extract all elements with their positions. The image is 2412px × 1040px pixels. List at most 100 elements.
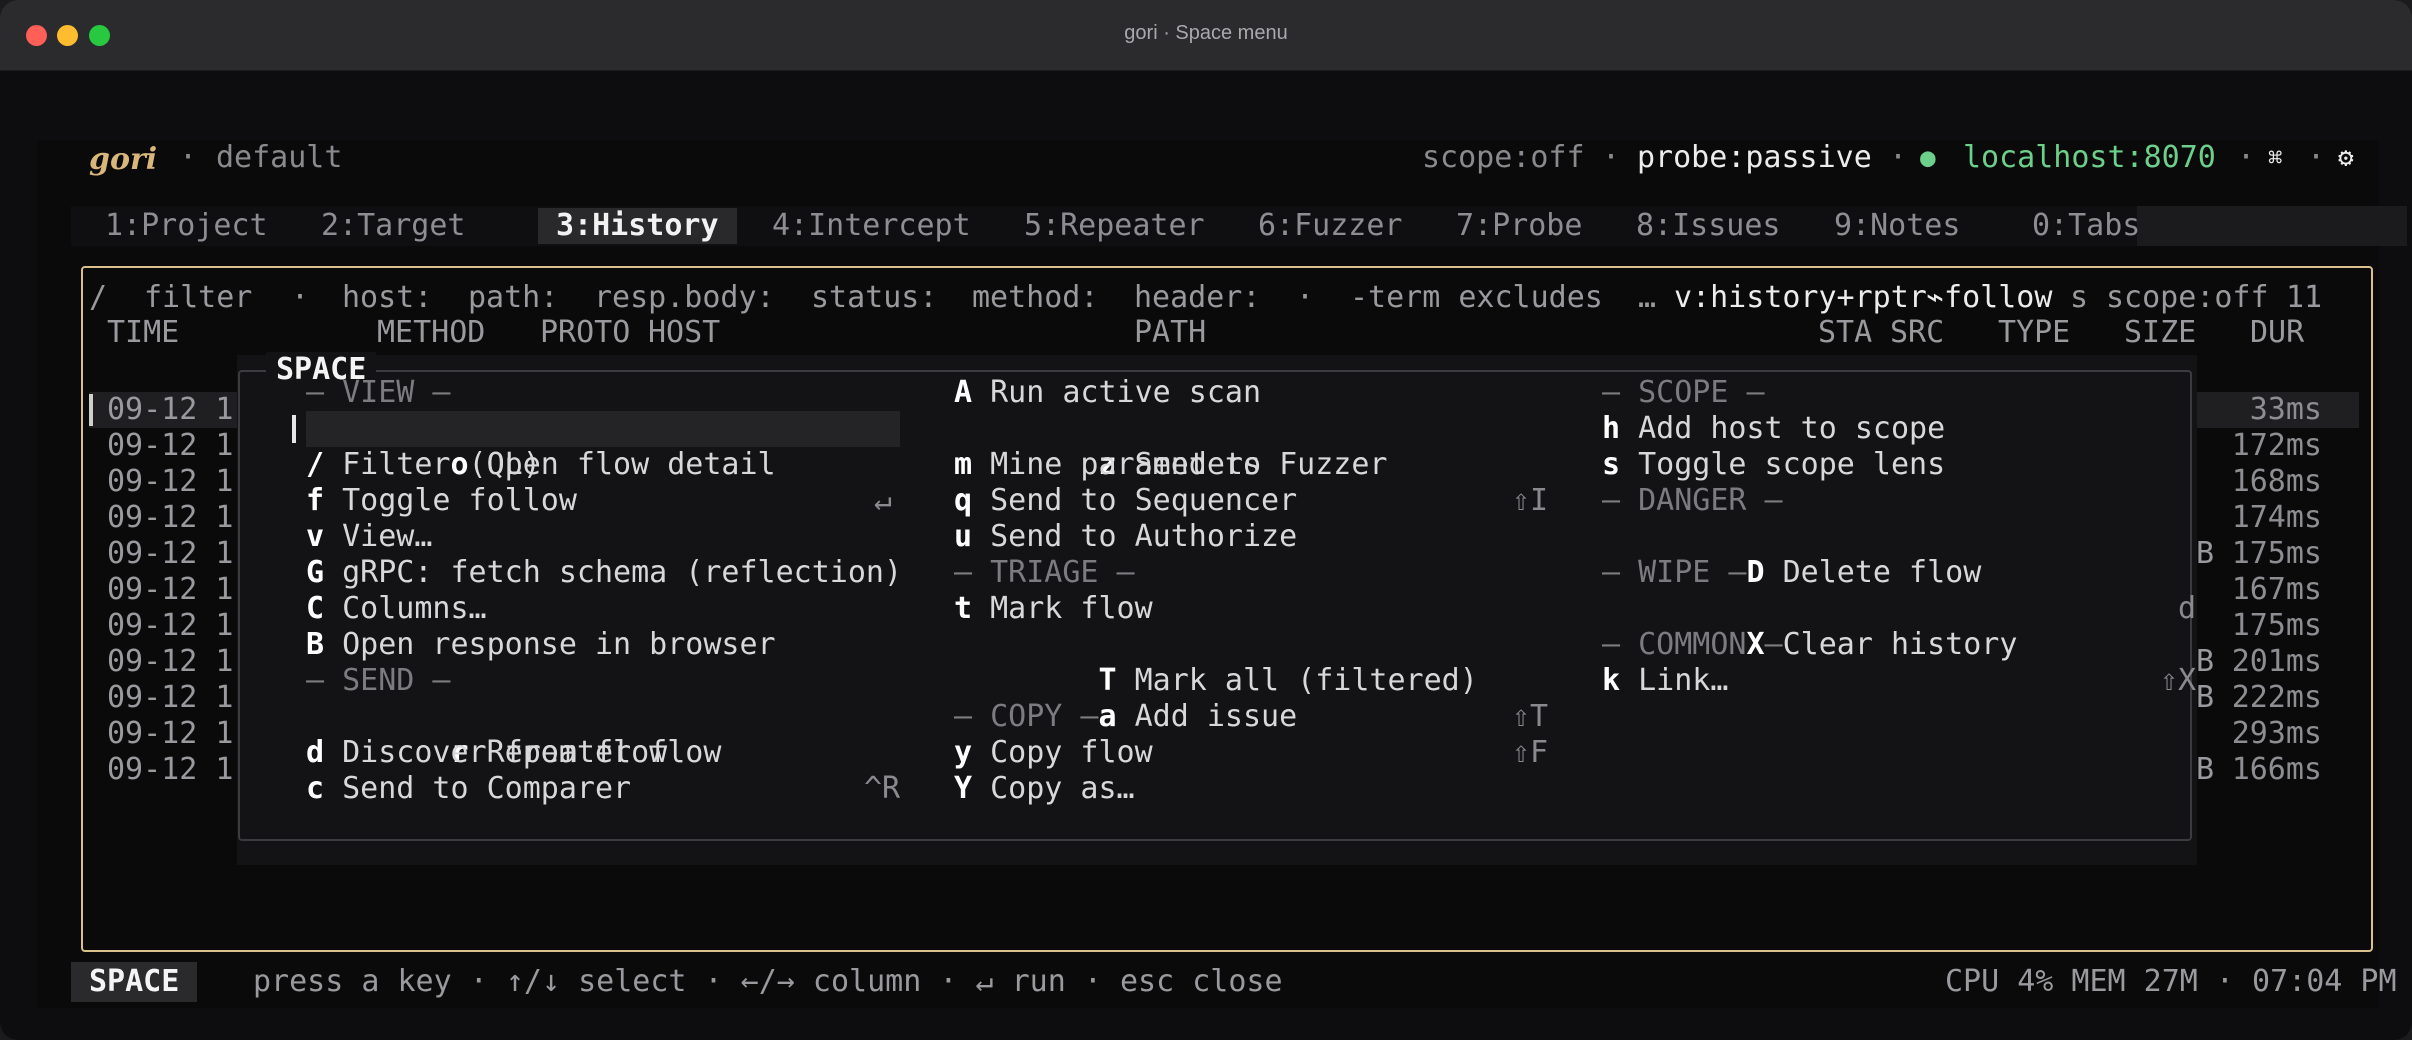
system-stats: CPU 4% MEM 27M · 07:04 PM xyxy=(1945,964,2397,999)
menu-item-copy-as[interactable]: Y Copy as… xyxy=(954,771,1135,807)
row-time[interactable]: 09-12 1 xyxy=(107,644,233,680)
col-time[interactable]: TIME xyxy=(107,315,179,351)
menu-section-danger: — DANGER — xyxy=(1602,483,1783,518)
tab-issues[interactable]: 8:Issues xyxy=(1636,208,1781,244)
probe-indicator[interactable]: probe:passive xyxy=(1637,140,1872,176)
menu-item-mine-parameters[interactable]: m Mine parameters xyxy=(954,447,1261,483)
menu-section-copy: — COPY — xyxy=(954,699,1099,734)
col-src[interactable]: SRC xyxy=(1890,315,1944,351)
row-duration: 174ms xyxy=(2231,500,2322,535)
tab-project[interactable]: 1:Project xyxy=(105,208,268,244)
menu-item-filter[interactable]: / Filter (QL) xyxy=(306,447,541,483)
menu-item-send-to-comparer[interactable]: c Send to Comparer xyxy=(306,771,631,807)
menu-item-send-to-sequencer[interactable]: q Send to Sequencer xyxy=(954,483,1297,519)
status-bar: SPACE press a key · ↑/↓ select · ←/→ col… xyxy=(71,962,2397,1002)
gear-icon[interactable]: ⚙ xyxy=(2338,140,2354,176)
connection-status-icon: ● xyxy=(1920,143,1936,173)
filter-hint-status: status: xyxy=(811,280,938,315)
filter-hint-host: host: xyxy=(342,280,433,315)
header-separator: · xyxy=(179,140,198,175)
row-time[interactable]: 09-12 1 xyxy=(107,608,233,644)
tab-repeater[interactable]: 5:Repeater xyxy=(1024,208,1205,244)
row-time[interactable]: 09-12 1 xyxy=(107,752,233,788)
menu-section-common: — COMMON — xyxy=(1602,627,1783,662)
title-bar: gori · Space menu xyxy=(0,0,2412,71)
menu-section-wipe: — WIPE — xyxy=(1602,555,1747,590)
tab-probe[interactable]: 7:Probe xyxy=(1456,208,1582,244)
filter-hint-method: method: xyxy=(972,280,1099,315)
row-duration: 167ms xyxy=(2231,572,2322,607)
tab-intercept[interactable]: 4:Intercept xyxy=(772,208,971,244)
mode-badge: SPACE xyxy=(71,962,198,1002)
view-indicator[interactable]: v:history+rptr xyxy=(1674,280,1927,316)
menu-item-open-in-browser[interactable]: B Open response in browser xyxy=(306,627,776,663)
tab-target[interactable]: 2:Target xyxy=(321,208,466,244)
menu-section-triage: — TRIAGE — xyxy=(954,555,1135,590)
menu-item-mark-flow[interactable]: t Mark flow xyxy=(954,591,1153,627)
row-size: B xyxy=(2196,644,2215,679)
col-status[interactable]: STA xyxy=(1818,315,1872,351)
menu-item-grpc-fetch-schema[interactable]: G gRPC: fetch schema (reflection) xyxy=(306,555,902,591)
header-separator: · xyxy=(2307,140,2326,175)
menu-item-mark-all-filtered[interactable]: T Mark all (filtered) ⇧T xyxy=(954,627,1549,734)
menu-item-link[interactable]: k Link… xyxy=(1602,663,1728,699)
row-time[interactable]: 09-12 1 xyxy=(107,716,233,752)
tab-overflow-area xyxy=(2137,206,2407,246)
row-time[interactable]: 09-12 1 xyxy=(107,680,233,716)
row-duration: 293ms xyxy=(2231,716,2322,751)
tab-tabs[interactable]: 0:Tabs xyxy=(2032,208,2140,244)
row-time[interactable]: 09-12 1 xyxy=(107,536,233,572)
project-name[interactable]: default xyxy=(216,140,342,176)
menu-item-clear-history[interactable]: X Clear history ⇧X xyxy=(1602,591,2197,698)
follow-indicator[interactable]: ⌁follow xyxy=(1926,280,2052,316)
menu-item-add-issue[interactable]: a Add issue ⇧F xyxy=(954,663,1549,770)
scope-indicator[interactable]: scope:off xyxy=(1422,140,1585,176)
menu-shortcut: ⇧F xyxy=(1512,735,1549,770)
col-proto[interactable]: PROTO xyxy=(540,315,630,351)
menu-item-toggle-follow[interactable]: f Toggle follow xyxy=(306,483,577,519)
col-size[interactable]: SIZE xyxy=(2124,315,2196,351)
col-duration[interactable]: DUR xyxy=(2250,315,2304,351)
col-type[interactable]: TYPE xyxy=(1998,315,2070,351)
tab-notes[interactable]: 9:Notes xyxy=(1834,208,1960,244)
col-path[interactable]: PATH xyxy=(1134,315,1206,351)
filter-hint-exclude: -term excludes xyxy=(1350,280,1603,315)
filter-ellipsis: … xyxy=(1638,280,1657,315)
menu-item-add-host-to-scope[interactable]: h Add host to scope xyxy=(1602,411,1945,447)
menu-item-columns[interactable]: C Columns… xyxy=(306,591,487,627)
tab-history[interactable]: 3:History xyxy=(538,208,737,244)
header-separator: · xyxy=(2237,140,2256,175)
header-separator: · xyxy=(1889,140,1908,175)
proxy-host[interactable]: localhost:8070 xyxy=(1963,140,2216,176)
row-time[interactable]: 09-12 1 xyxy=(107,464,233,500)
filter-prompt[interactable]: filter xyxy=(144,280,252,316)
row-time[interactable]: 09-12 1 xyxy=(107,572,233,608)
menu-item-repeater-flow[interactable]: r Repeater flow ^R xyxy=(306,699,901,806)
app-window: gori · Space menu gori · default scope:o… xyxy=(0,0,2412,1040)
menu-item-run-active-scan[interactable]: A Run active scan xyxy=(954,375,1261,411)
menu-item-send-to-fuzzer[interactable]: z Send to Fuzzer ⇧I xyxy=(954,411,1549,518)
col-host[interactable]: HOST xyxy=(648,315,720,351)
menu-item-copy-flow[interactable]: y Copy flow xyxy=(954,735,1153,771)
menu-shortcut: ⇧T xyxy=(1512,699,1549,734)
row-time[interactable]: 09-12 1 xyxy=(107,500,233,536)
menu-shortcut: ↵ xyxy=(874,483,893,518)
menu-item-delete-flow[interactable]: D Delete flow d xyxy=(1602,519,2197,626)
menu-item-view[interactable]: v View… xyxy=(306,519,432,555)
menu-item-discover-from-flow[interactable]: d Discover from flow xyxy=(306,735,667,771)
row-duration: 175ms xyxy=(2231,536,2322,571)
filter-separator: · xyxy=(291,280,310,315)
row-duration: 33ms xyxy=(2249,392,2322,427)
tab-fuzzer[interactable]: 6:Fuzzer xyxy=(1258,208,1403,244)
menu-item-open-flow-detail[interactable]: o Open flow detail ↵ xyxy=(292,411,900,518)
row-time[interactable]: 09-12 1 xyxy=(107,428,233,464)
menu-item-toggle-scope-lens[interactable]: s Toggle scope lens xyxy=(1602,447,1945,483)
row-time[interactable]: 09-12 1 xyxy=(107,392,233,428)
command-icon[interactable]: ⌘ xyxy=(2268,140,2282,176)
row-cursor xyxy=(89,394,93,426)
brand-logo: gori xyxy=(89,142,158,177)
tab-bar: 1:Project 2:Target 3:History 4:Intercept… xyxy=(71,206,2407,246)
row-size: B xyxy=(2196,536,2215,571)
col-method[interactable]: METHOD xyxy=(377,315,485,351)
menu-item-send-to-authorize[interactable]: u Send to Authorize xyxy=(954,519,1297,555)
